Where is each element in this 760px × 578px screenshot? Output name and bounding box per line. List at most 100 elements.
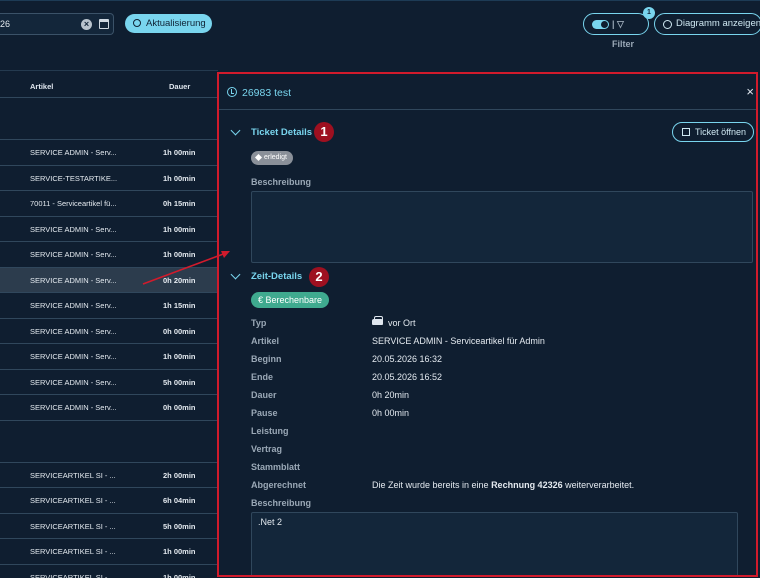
row-artikel: SERVICE ADMIN - Serv... [30, 224, 117, 234]
label-stammblatt: Stammblatt [251, 462, 301, 472]
label-vertrag: Vertrag [251, 444, 283, 454]
car-icon [372, 316, 383, 325]
invoice-text-pre: Die Zeit wurde bereits in eine [372, 480, 492, 490]
row-artikel: SERVICE ADMIN - Serv... [30, 352, 117, 361]
row-dauer: 1h 00min [163, 250, 196, 259]
clock-icon [227, 87, 237, 97]
value-ende: 20.05.2026 16:52 [372, 372, 443, 382]
chevron-down-icon[interactable] [230, 269, 241, 280]
table-row[interactable]: SERVICE ADMIN - Serv... 1h 15min [0, 293, 218, 319]
row-artikel: SERVICEARTIKEL SI - ... [30, 470, 116, 480]
table-row[interactable]: SERVICE ADMIN - Serv... 1h 00min [0, 217, 218, 242]
external-link-icon [682, 128, 690, 136]
invoice-text-post: weiterverarbeitet. [562, 480, 635, 490]
table-row[interactable]: SERVICEARTIKEL SI - ... 1h 00min [0, 539, 218, 565]
table-row[interactable]: SERVICEARTIKEL SI - ... 6h 04min [0, 488, 218, 514]
annotation-marker-1: 1 [314, 122, 334, 142]
calendar-icon[interactable] [99, 19, 109, 29]
row-dauer: 1h 00min [163, 352, 196, 361]
row-artikel: SERVICE ADMIN - Serv... [30, 148, 117, 157]
row-artikel: SERVICE ADMIN - Serv... [30, 326, 117, 336]
ticket-description-label: Beschreibung [251, 177, 312, 187]
value-beginn: 20.05.2026 16:32 [372, 354, 443, 364]
table-row[interactable]: SERVICEARTIKEL SI - ... 2h 00min [0, 463, 218, 488]
table-header: Artikel Dauer [0, 70, 218, 98]
search-icon [133, 19, 141, 27]
filter-button-label: | ▽ Filter [612, 19, 635, 49]
value-dauer: 0h 20min [372, 390, 410, 400]
row-dauer: 1h 00min [163, 224, 196, 234]
table-row[interactable]: SERVICE ADMIN - Serv... 0h 00min [0, 395, 218, 421]
column-header-dauer[interactable]: Dauer [169, 82, 190, 91]
annotation-marker-2: 2 [309, 267, 329, 287]
label-abgerechnet: Abgerechnet [251, 480, 307, 490]
row-artikel: 70011 - Serviceartikel fü... [30, 199, 117, 208]
ticket-description-field[interactable] [251, 191, 753, 263]
filter-button[interactable]: | ▽ Filter [583, 13, 649, 49]
show-chart-button-label: Diagramm anzeigen [676, 18, 760, 29]
panel-title: 26983 test [242, 87, 292, 99]
row-dauer: 0h 15min [163, 199, 196, 208]
pie-chart-icon [663, 20, 672, 29]
ticket-details-title[interactable]: Ticket Details [251, 127, 312, 138]
row-dauer: 0h 00min [163, 403, 196, 412]
toolbar: 26 × Aktualisierung | ▽ Filter 1 Diagram… [0, 0, 760, 49]
table-row[interactable]: SERVICE ADMIN - Serv... 0h 20min [0, 267, 218, 293]
close-icon[interactable]: × [746, 84, 754, 99]
table-row[interactable]: SERVICE ADMIN - Serv... 5h 00min [0, 370, 218, 395]
table-row[interactable]: SERVICE ADMIN - Serv... 1h 00min [0, 344, 218, 370]
time-detail-panel: 26983 test × Ticket Details 1 Ticket öff… [217, 72, 758, 577]
table-row[interactable]: SERVICE ADMIN - Serv... 1h 00min [0, 242, 218, 268]
invoice-number: Rechnung 42326 [491, 480, 563, 490]
label-typ: Typ [251, 318, 267, 328]
row-dauer: 1h 15min [163, 301, 196, 310]
row-artikel: SERVICEARTIKEL SI - ... [30, 496, 116, 505]
open-ticket-button[interactable]: Ticket öffnen [672, 122, 754, 142]
filter-count-badge: 1 [643, 7, 655, 19]
row-artikel: SERVICE ADMIN - Serv... [30, 301, 117, 310]
row-dauer: 5h 00min [163, 377, 196, 387]
time-description-field[interactable]: .Net 2 [251, 512, 738, 575]
time-description-value: .Net 2 [258, 517, 283, 527]
date-input[interactable]: 26 × [0, 13, 114, 35]
value-abgerechnet: Die Zeit wurde bereits in eine Rechnung … [372, 480, 634, 490]
column-header-artikel[interactable]: Artikel [30, 82, 53, 91]
row-dauer: 1h 00min [163, 173, 196, 183]
time-details-title[interactable]: Zeit-Details [251, 271, 302, 282]
row-artikel: SERVICE ADMIN - Serv... [30, 275, 117, 285]
value-artikel: SERVICE ADMIN - Serviceartikel für Admin [372, 336, 545, 346]
table-row[interactable]: SERVICEARTIKEL SI - ... 1h 00min [0, 565, 218, 578]
row-artikel: SERVICEARTIKEL SI - ... [30, 547, 116, 556]
label-artikel: Artikel [251, 336, 280, 346]
show-chart-button[interactable]: Diagramm anzeigen [654, 13, 760, 35]
chevron-down-icon[interactable] [230, 125, 241, 136]
value-typ: vor Ort [388, 318, 416, 328]
toggle-icon [592, 20, 609, 29]
refresh-button[interactable]: Aktualisierung [125, 14, 212, 33]
row-artikel: SERVICEARTIKEL SI - ... [30, 572, 116, 578]
row-artikel: SERVICE ADMIN - Serv... [30, 403, 117, 412]
label-pause: Pause [251, 408, 278, 418]
open-ticket-button-label: Ticket öffnen [695, 127, 747, 137]
clear-icon[interactable]: × [81, 19, 92, 30]
table-group-1: SERVICE ADMIN - Serv... 1h 00min SERVICE-T… [0, 140, 218, 421]
row-dauer: 5h 00min [163, 521, 196, 531]
row-dauer: 6h 04min [163, 496, 196, 505]
table-row[interactable]: SERVICEARTIKEL SI - ... 5h 00min [0, 514, 218, 539]
table-row[interactable]: SERVICE-TESTARTIKE... 1h 00min [0, 166, 218, 191]
table-row[interactable]: SERVICE ADMIN - Serv... 1h 00min [0, 140, 218, 166]
group-header[interactable] [0, 421, 218, 463]
row-artikel: SERVICE ADMIN - Serv... [30, 250, 117, 259]
row-dauer: 1h 00min [163, 547, 196, 556]
billable-badge: € Berechenbare [251, 292, 330, 308]
row-dauer: 1h 00min [163, 572, 196, 578]
row-dauer: 0h 00min [163, 326, 196, 336]
value-pause: 0h 00min [372, 408, 410, 418]
label-ende: Ende [251, 372, 274, 382]
label-beginn: Beginn [251, 354, 282, 364]
refresh-button-label: Aktualisierung [146, 18, 206, 29]
time-entries-table: Artikel Dauer SERVICE ADMIN - Serv... 1h … [0, 70, 218, 578]
table-row[interactable]: 70011 - Serviceartikel fü... 0h 15min [0, 191, 218, 217]
table-row[interactable]: SERVICE ADMIN - Serv... 0h 00min [0, 319, 218, 344]
group-header[interactable] [0, 98, 218, 140]
